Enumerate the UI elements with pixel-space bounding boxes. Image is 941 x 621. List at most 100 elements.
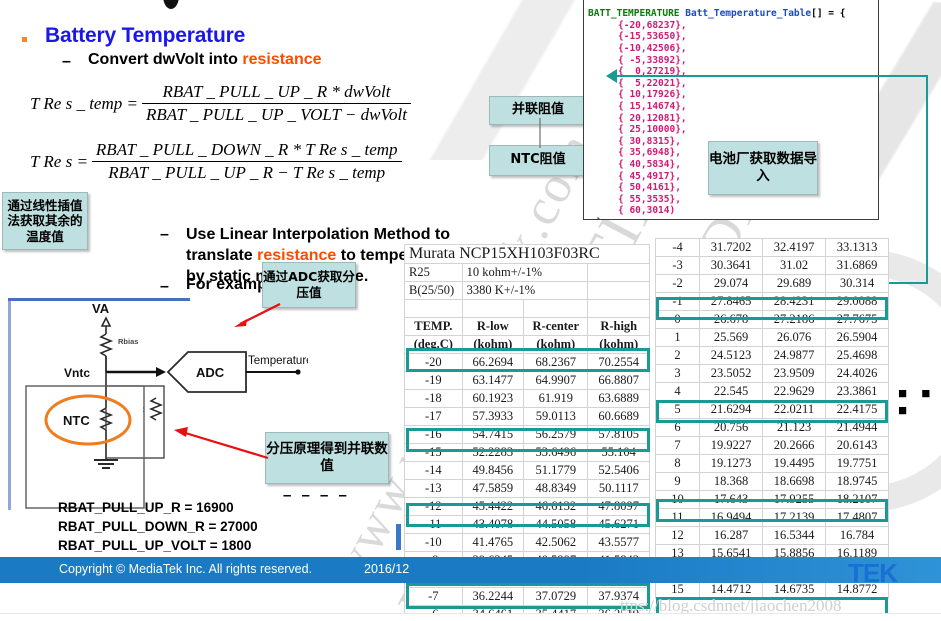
table-row: 9 18.368 18.6698 18.9745 (654, 472, 889, 491)
cell-r-center: 18.6698 (762, 472, 826, 491)
cell-r-low: 19.1273 (699, 454, 764, 473)
formula-tres: T Re s = RBAT _ PULL _ DOWN _ R * T Re s … (30, 140, 402, 183)
cell-temperature: 12 (654, 526, 701, 545)
cell-temperature: -2 (654, 274, 701, 293)
ellipsis-dots: ■ ■ ■ (898, 385, 936, 419)
table-header-row-1: TEMP. R-low R-center R-high (404, 317, 650, 336)
cell-r-high: 19.7751 (825, 454, 889, 473)
table-spec-row: R25 10 kohm+/-1% (404, 263, 650, 282)
table-row: -17 57.3933 59.0113 60.6689 (404, 407, 650, 426)
table-row: 12 16.287 16.5344 16.784 (654, 526, 889, 545)
cell-r-low: 25.569 (699, 328, 764, 347)
table-row: 8 19.1273 19.4495 19.7751 (654, 454, 889, 473)
table-row: -18 60.1923 61.919 63.6889 (404, 389, 650, 408)
code-entry-7: { 15,14674}, (618, 100, 687, 112)
header-rcenter: R-center (523, 317, 589, 336)
arrow-divider-icon (174, 427, 269, 460)
callout-connector-line (539, 118, 541, 148)
formula-1-fraction: RBAT _ PULL _ UP _ R * dwVolt RBAT _ PULL… (141, 82, 411, 125)
code-panel: }BATT_TEMPERATURE; BATT_TEMPERATURE Batt… (583, 0, 879, 220)
table-row: -3 30.3641 31.02 31.6869 (654, 256, 889, 275)
datasheet-title: Murata NCP15XH103F03RC (404, 244, 650, 264)
table-title-row: Murata NCP15XH103F03RC (404, 244, 650, 264)
formula-1-denominator: RBAT _ PULL _ UP _ VOLT − dwVolt (141, 103, 411, 125)
svg-text:Vntc: Vntc (64, 366, 90, 380)
highlight-row-minus20 (406, 348, 650, 372)
cell-r-low: 41.4765 (461, 533, 525, 552)
cell-r-high: 24.4026 (825, 364, 889, 383)
constant-pull-up-r: RBAT_PULL_UP_R = 16900 (58, 500, 234, 515)
sub-bullet-convert-highlight: resistance (242, 51, 322, 68)
code-decl-name: Batt_Temperature_Table (685, 8, 812, 20)
cell-r-center: 64.9907 (523, 371, 589, 390)
svg-text:Temperature: Temperature (248, 355, 308, 367)
scrollbar-thumb[interactable] (396, 524, 401, 550)
spec-label-b2550: B(25/50) (404, 281, 463, 300)
formula-1-numerator: RBAT _ PULL _ UP _ R * dwVolt (162, 82, 391, 101)
header-rhigh: R-high (587, 317, 650, 336)
table-row: -2 29.074 29.689 30.314 (654, 274, 889, 293)
sub-bullet-line1: Use Linear Interpolation Method to (186, 226, 451, 243)
code-entry-8: { 20,12081}, (618, 112, 687, 124)
teal-connector-horizontal (616, 75, 928, 78)
cell-r-high: 16.784 (825, 526, 889, 545)
cell-r-low: 19.9227 (699, 436, 764, 455)
cell-r-high: 25.4698 (825, 346, 889, 365)
cell-r-high: 60.6689 (587, 407, 650, 426)
code-entry-2: {-10,42506}, (618, 42, 687, 54)
cell-r-low: 22.545 (699, 382, 764, 401)
sub-bullet-dash-1: – (62, 53, 71, 70)
svg-text:ADC: ADC (196, 365, 225, 380)
code-entry-0: {-20,68237}, (618, 19, 687, 31)
cell-r-low: 60.1923 (461, 389, 525, 408)
cell-r-center: 29.689 (762, 274, 826, 293)
cell-r-center: 61.919 (523, 389, 589, 408)
cell-r-high: 18.9745 (825, 472, 889, 491)
cell-r-high: 23.3861 (825, 382, 889, 401)
table-row: 4 22.545 22.9629 23.3861 (654, 382, 889, 401)
code-entry-9: { 25,10000}, (618, 124, 687, 136)
sub-bullet-convert: Convert dwVolt into resistance (88, 51, 322, 69)
constants-block: RBAT_PULL_UP_R = 16900 RBAT_PULL_DOWN_R … (58, 498, 258, 555)
cell-temperature: 9 (654, 472, 701, 491)
cell-temperature: 4 (654, 382, 701, 401)
header-rlow: R-low (461, 317, 525, 336)
slide-canvas: MEDIATEK CONFIDENTIAL www.m.mediatek.com… (0, 0, 941, 621)
table-row: 7 19.9227 20.2666 20.6143 (654, 436, 889, 455)
blank-cell (587, 299, 650, 318)
cell-r-center: 23.9509 (762, 364, 826, 383)
code-closing: }; (588, 217, 607, 219)
code-entry-3: { -5,33892}, (618, 54, 687, 66)
code-entry-14: { 50,4161}, (618, 182, 681, 194)
table-row: -19 63.1477 64.9907 66.8807 (404, 371, 650, 390)
cell-r-low: 63.1477 (461, 371, 525, 390)
table-row: 1 25.569 26.076 26.5904 (654, 328, 889, 347)
teal-connector-arrowhead-icon (606, 69, 617, 83)
cell-r-low: 47.5859 (461, 479, 525, 498)
code-entry-6: { 10,17926}, (618, 89, 687, 101)
header-temp: TEMP. (404, 317, 463, 336)
cell-r-high: 20.6143 (825, 436, 889, 455)
cell-r-low: 18.368 (699, 472, 764, 491)
constant-pull-down-r: RBAT_PULL_DOWN_R = 27000 (58, 519, 258, 534)
formula-2-numerator: RBAT _ PULL _ DOWN _ R * T Re s _ temp (95, 140, 398, 159)
ntc-circuit-diagram: : VA Rbias Vntc NTC ADC Temperature (25, 301, 308, 509)
bullet-marker-icon (22, 37, 27, 42)
highlight-row-minus15 (406, 428, 650, 452)
table-row: 2 24.5123 24.9877 25.4698 (654, 346, 889, 365)
highlight-row-5 (656, 400, 888, 423)
cell-temperature: 1 (654, 328, 701, 347)
code-entry-15: { 55,3535}, (618, 193, 681, 205)
cell-r-center: 42.5062 (523, 533, 589, 552)
svg-text:NTC: NTC (63, 413, 90, 428)
highlight-row-0 (656, 297, 888, 320)
table-row: -10 41.4765 42.5062 43.5577 (404, 533, 650, 552)
cell-r-low: 24.5123 (699, 346, 764, 365)
cell-r-low: 16.287 (699, 526, 764, 545)
cell-temperature: -4 (654, 238, 701, 257)
cell-r-center: 20.2666 (762, 436, 826, 455)
svg-text:Rbias: Rbias (118, 337, 138, 346)
cell-r-low: 30.3641 (699, 256, 764, 275)
cell-temperature: -14 (404, 461, 463, 480)
constant-pull-up-volt: RBAT_PULL_UP_VOLT = 1800 (58, 538, 252, 553)
